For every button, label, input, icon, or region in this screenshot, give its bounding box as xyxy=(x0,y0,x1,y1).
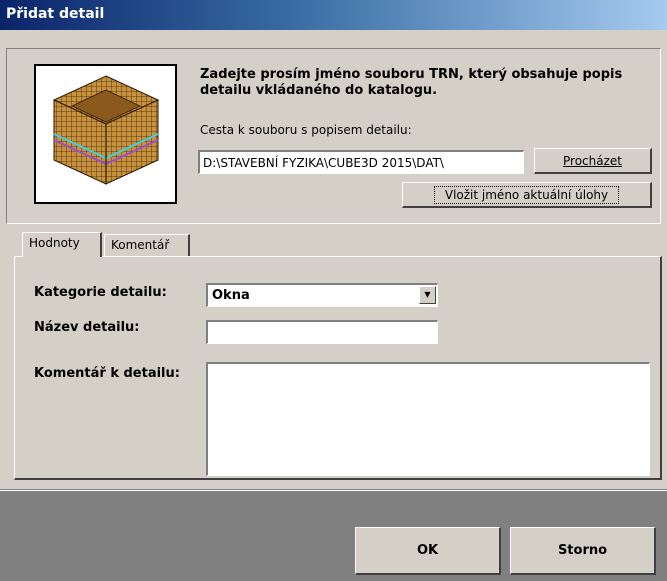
detail-name-input[interactable] xyxy=(206,320,438,344)
3d-cube-detail-preview-icon xyxy=(52,75,160,185)
path-input[interactable]: D:\STAVEBNÍ FYZIKA\CUBE3D 2015\DAT\ xyxy=(198,150,524,174)
path-label: Cesta k souboru s popisem detailu: xyxy=(200,123,412,137)
category-label: Kategorie detailu: xyxy=(34,285,167,300)
name-label: Název detailu: xyxy=(34,320,140,335)
tab-komentar[interactable]: Komentář xyxy=(104,234,190,256)
browse-button[interactable]: Procházet xyxy=(534,148,652,174)
insert-current-task-label: Vložit jméno aktuální úlohy xyxy=(433,185,620,204)
browse-button-label: Procházet xyxy=(563,153,622,168)
ok-button[interactable]: OK xyxy=(355,527,501,575)
category-select[interactable]: Okna ▼ xyxy=(206,283,438,307)
tab-hodnoty[interactable]: Hodnoty xyxy=(22,232,102,257)
insert-current-task-button[interactable]: Vložit jméno aktuální úlohy xyxy=(402,182,652,208)
detail-comment-textarea[interactable] xyxy=(206,362,650,476)
instructions-heading: Zadejte prosím jméno souboru TRN, který … xyxy=(200,67,623,98)
detail-preview-image xyxy=(34,64,177,204)
category-value: Okna xyxy=(212,288,250,303)
title-bar[interactable]: Přidat detail xyxy=(0,0,667,30)
window-title: Přidat detail xyxy=(6,6,105,22)
comment-label: Komentář k detailu: xyxy=(34,366,180,381)
cancel-button[interactable]: Storno xyxy=(510,527,656,575)
dropdown-arrow-icon[interactable]: ▼ xyxy=(419,286,436,304)
